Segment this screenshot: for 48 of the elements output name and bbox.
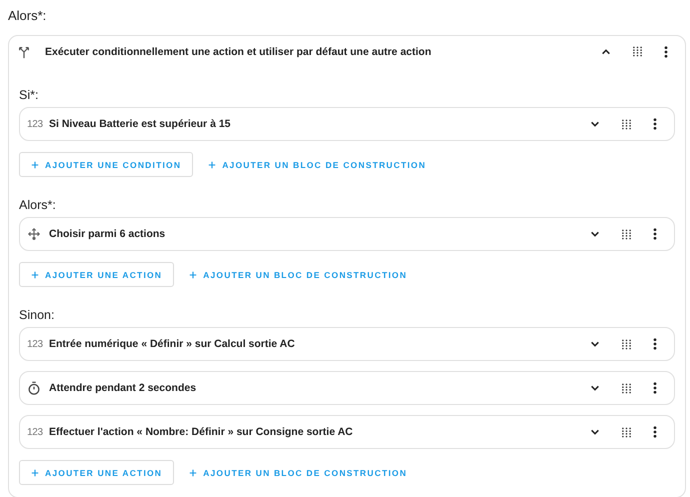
more-menu-icon[interactable] xyxy=(653,228,657,240)
plus-icon xyxy=(208,160,216,168)
expand-icon[interactable] xyxy=(590,427,600,437)
more-menu-icon[interactable] xyxy=(653,338,657,350)
plus-icon xyxy=(31,270,39,278)
action-row[interactable]: Choisir parmi 6 actions xyxy=(19,217,675,251)
plus-icon xyxy=(189,270,198,278)
add-button[interactable]: AJOUTER UNE ACTION xyxy=(19,460,174,485)
split-arrows-icon xyxy=(27,227,41,241)
action-row[interactable]: 123 Effectuer l'action « Nombre: Définir » sur Consigne sortie AC xyxy=(19,415,675,449)
action-text: Attendre pendant 2 secondes xyxy=(49,382,198,394)
expand-icon[interactable] xyxy=(590,229,600,239)
action-row[interactable]: Attendre pendant 2 secondes xyxy=(19,371,675,405)
drag-handle-icon[interactable] xyxy=(622,118,631,130)
collapse-icon[interactable] xyxy=(601,46,611,56)
section-label: Si*: xyxy=(19,88,40,104)
expand-icon[interactable] xyxy=(590,119,600,129)
drag-handle-icon[interactable] xyxy=(622,426,631,438)
number-icon: 123 xyxy=(27,118,42,130)
branch-icon xyxy=(17,44,31,58)
more-menu-icon[interactable] xyxy=(664,46,668,58)
section-label: Alors*: xyxy=(19,198,57,214)
section-label: Sinon: xyxy=(19,308,56,324)
section-label: Alors*: xyxy=(7,7,48,25)
number-icon: 123 xyxy=(27,338,42,350)
action-text: Choisir parmi 6 actions xyxy=(49,228,166,240)
expand-icon[interactable] xyxy=(590,339,600,349)
more-menu-icon[interactable] xyxy=(653,426,657,438)
drag-handle-icon[interactable] xyxy=(622,338,631,350)
add-button[interactable]: AJOUTER UNE ACTION xyxy=(19,262,174,287)
plus-icon xyxy=(189,468,198,476)
more-menu-icon[interactable] xyxy=(653,382,657,394)
add-button[interactable]: AJOUTER UNE CONDITION xyxy=(19,152,194,177)
action-row[interactable]: 123 Si Niveau Batterie est supérieur à 15 xyxy=(19,107,675,141)
more-menu-icon[interactable] xyxy=(653,118,657,130)
number-icon: 123 xyxy=(27,426,42,438)
expand-icon[interactable] xyxy=(590,383,600,393)
action-text: Entrée numérique « Définir » sur Calcul sortie AC xyxy=(49,338,296,350)
drag-handle-icon[interactable] xyxy=(633,46,642,57)
drag-handle-icon[interactable] xyxy=(622,382,631,394)
plus-icon xyxy=(31,468,39,476)
drag-handle-icon[interactable] xyxy=(622,228,631,240)
action-row[interactable]: 123 Entrée numérique « Définir » sur Calcul sortie AC xyxy=(19,327,675,361)
plus-icon xyxy=(31,160,39,168)
action-text: Effectuer l'action « Nombre: Définir » sur Consigne sortie AC xyxy=(49,426,354,438)
action-text: Si Niveau Batterie est supérieur à 15 xyxy=(49,118,232,130)
action-title: Exécuter conditionnellement une action et utiliser par défaut une autre action xyxy=(45,46,432,58)
timer-icon xyxy=(27,381,41,395)
